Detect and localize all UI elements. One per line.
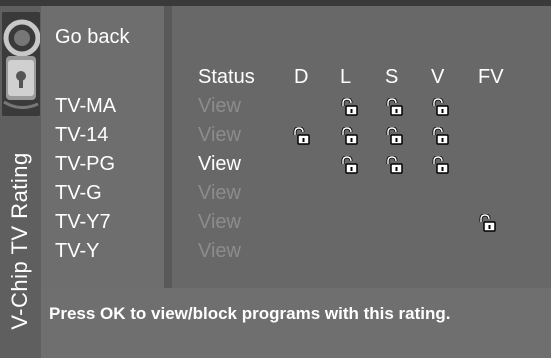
padlock-icon[interactable] <box>340 155 358 174</box>
status-view-tv-y7[interactable]: View <box>198 211 241 234</box>
padlock-icon[interactable] <box>431 126 449 145</box>
header-d: D <box>294 66 309 88</box>
padlock-icon[interactable] <box>385 97 403 116</box>
padlock-icon[interactable] <box>385 155 403 174</box>
header-fv: FV <box>478 66 504 88</box>
side-title: V-Chip TV Rating <box>7 152 32 330</box>
header-status: Status <box>198 66 255 88</box>
rating-item-tv-14[interactable]: TV-14 <box>55 124 108 147</box>
status-view-tv-g[interactable]: View <box>198 182 241 205</box>
padlock-icon[interactable] <box>431 97 449 116</box>
status-view-tv-14[interactable]: View <box>198 124 241 147</box>
header-l: L <box>340 66 352 88</box>
lock-art-icon <box>2 12 40 116</box>
status-view-tv-pg[interactable]: View <box>198 153 241 176</box>
status-view-tv-ma[interactable]: View <box>198 95 241 118</box>
padlock-icon[interactable] <box>478 213 496 232</box>
header-s: S <box>385 66 399 88</box>
rating-menu: Go back TV-MA TV-14 TV-PG TV-G TV-Y7 TV-… <box>41 6 171 288</box>
rating-grid: Status D L S V FV View View View View Vi… <box>172 6 551 288</box>
rating-item-tv-pg[interactable]: TV-PG <box>55 153 115 176</box>
rating-item-tv-y7[interactable]: TV-Y7 <box>55 211 111 234</box>
padlock-icon[interactable] <box>385 126 403 145</box>
padlock-icon[interactable] <box>292 126 310 145</box>
hint-text: Press OK to view/block programs with thi… <box>49 304 451 323</box>
header-v: V <box>431 66 445 88</box>
padlock-icon[interactable] <box>340 126 358 145</box>
padlock-icon[interactable] <box>431 155 449 174</box>
sidebar: V-Chip TV Rating <box>0 6 41 358</box>
column-separator <box>164 6 172 288</box>
rating-item-tv-g[interactable]: TV-G <box>55 182 102 205</box>
status-view-tv-y[interactable]: View <box>198 240 241 263</box>
go-back-item[interactable]: Go back <box>55 26 129 49</box>
rating-item-tv-ma[interactable]: TV-MA <box>55 95 116 118</box>
vchip-screen: V-Chip TV Rating Go back TV-MA TV-14 TV-… <box>0 0 551 358</box>
rating-item-tv-y[interactable]: TV-Y <box>55 240 99 263</box>
hint-bar: Press OK to view/block programs with thi… <box>41 288 551 358</box>
padlock-icon[interactable] <box>340 97 358 116</box>
